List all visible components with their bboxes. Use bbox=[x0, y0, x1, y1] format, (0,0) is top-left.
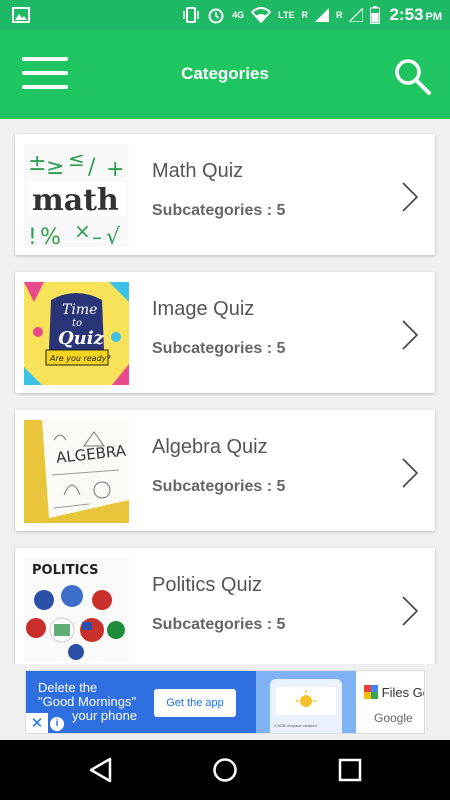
search-icon[interactable] bbox=[392, 56, 432, 96]
status-bar: 4G LTE R R 2:53 PM bbox=[0, 0, 450, 30]
svg-text:Time: Time bbox=[62, 302, 97, 318]
category-card-image-quiz[interactable]: Time to Quiz Are you ready? Image Quiz S… bbox=[15, 272, 435, 393]
get-the-app-button[interactable]: Get the app bbox=[154, 689, 236, 717]
chevron-right-icon bbox=[402, 458, 419, 488]
vibrate-icon bbox=[183, 7, 199, 23]
subcategory-count: Subcategories : 5 bbox=[152, 478, 286, 495]
ad-info-icon[interactable]: i bbox=[50, 717, 64, 731]
ad-copy: Delete the "Good Mornings" your phone bbox=[38, 680, 138, 723]
svg-text:!: ! bbox=[28, 225, 37, 247]
files-go-label: Files Go bbox=[364, 685, 424, 700]
gallery-notification-icon bbox=[12, 7, 30, 23]
subcategory-count: Subcategories : 5 bbox=[152, 616, 286, 633]
signal-icon bbox=[314, 8, 329, 22]
google-label: Google bbox=[374, 711, 413, 725]
svg-text:math: math bbox=[32, 183, 119, 218]
svg-text:≥: ≥ bbox=[46, 155, 64, 180]
svg-text:POLITICS: POLITICS bbox=[32, 563, 99, 578]
phone-caption: 2.9GB of space cleaned bbox=[274, 723, 317, 728]
network-4g-label: 4G bbox=[232, 10, 245, 20]
svg-text:Are you ready?: Are you ready? bbox=[49, 354, 111, 363]
files-go-logo-icon bbox=[364, 685, 378, 699]
svg-text:×: × bbox=[74, 219, 91, 243]
hamburger-icon-bar bbox=[22, 85, 68, 89]
ad-phone-illustration: 2.9GB of space cleaned bbox=[256, 671, 356, 733]
signal-icon-2 bbox=[349, 8, 364, 22]
ad-close-icon[interactable]: ✕ bbox=[26, 713, 48, 733]
chevron-right-icon bbox=[402, 182, 419, 212]
svg-text:+: + bbox=[106, 157, 124, 182]
back-icon[interactable] bbox=[86, 755, 116, 785]
chevron-right-icon bbox=[402, 320, 419, 350]
subcategory-count: Subcategories : 5 bbox=[152, 340, 286, 357]
alarm-icon bbox=[208, 8, 224, 24]
battery-icon bbox=[370, 6, 381, 24]
category-name: Math Quiz bbox=[152, 160, 244, 182]
category-name: Image Quiz bbox=[152, 298, 255, 320]
network-lte-label: LTE bbox=[278, 10, 295, 20]
time-to-quiz-thumbnail: Time to Quiz Are you ready? bbox=[24, 282, 129, 385]
politics-thumbnail: POLITICS bbox=[24, 558, 129, 661]
chevron-right-icon bbox=[402, 596, 419, 626]
svg-text:/: / bbox=[88, 155, 96, 180]
svg-text:–: – bbox=[92, 225, 102, 247]
svg-text:≤: ≤ bbox=[68, 147, 85, 171]
hamburger-icon-bar bbox=[22, 57, 68, 61]
roaming-indicator-2: R bbox=[335, 10, 343, 20]
algebra-thumbnail: ALGEBRA bbox=[24, 420, 129, 523]
category-card-politics-quiz[interactable]: POLITICS Politics Quiz Subcategories : 5 bbox=[15, 548, 435, 664]
category-name: Algebra Quiz bbox=[152, 436, 268, 458]
ad-brand: Files Go Google bbox=[360, 671, 424, 733]
svg-text:±: ± bbox=[28, 151, 46, 176]
category-name: Politics Quiz bbox=[152, 574, 263, 596]
svg-text:%: % bbox=[40, 225, 61, 247]
app-bar: Categories bbox=[0, 30, 450, 119]
category-card-math-quiz[interactable]: ± ≥ ≤ / + math ! % × – √ Math Quiz Subca… bbox=[15, 134, 435, 255]
roaming-indicator: R bbox=[301, 10, 308, 20]
math-thumbnail: ± ≥ ≤ / + math ! % × – √ bbox=[24, 144, 129, 247]
recents-icon[interactable] bbox=[335, 755, 365, 785]
subcategory-count: Subcategories : 5 bbox=[152, 202, 286, 219]
wifi-icon bbox=[251, 7, 272, 23]
home-icon[interactable] bbox=[210, 755, 240, 785]
clock: 2:53 PM bbox=[389, 5, 442, 24]
page-title: Categories bbox=[181, 64, 269, 83]
svg-text:√: √ bbox=[106, 225, 121, 247]
category-card-algebra-quiz[interactable]: ALGEBRA Algebra Quiz Subcategories : 5 bbox=[15, 410, 435, 531]
ad-banner[interactable]: Delete the "Good Mornings" your phone Ge… bbox=[25, 670, 425, 734]
sun-icon bbox=[276, 687, 336, 715]
svg-text:Quiz: Quiz bbox=[58, 328, 105, 349]
category-list[interactable]: ± ≥ ≤ / + math ! % × – √ Math Quiz Subca… bbox=[0, 119, 450, 664]
system-nav-bar bbox=[0, 740, 450, 800]
